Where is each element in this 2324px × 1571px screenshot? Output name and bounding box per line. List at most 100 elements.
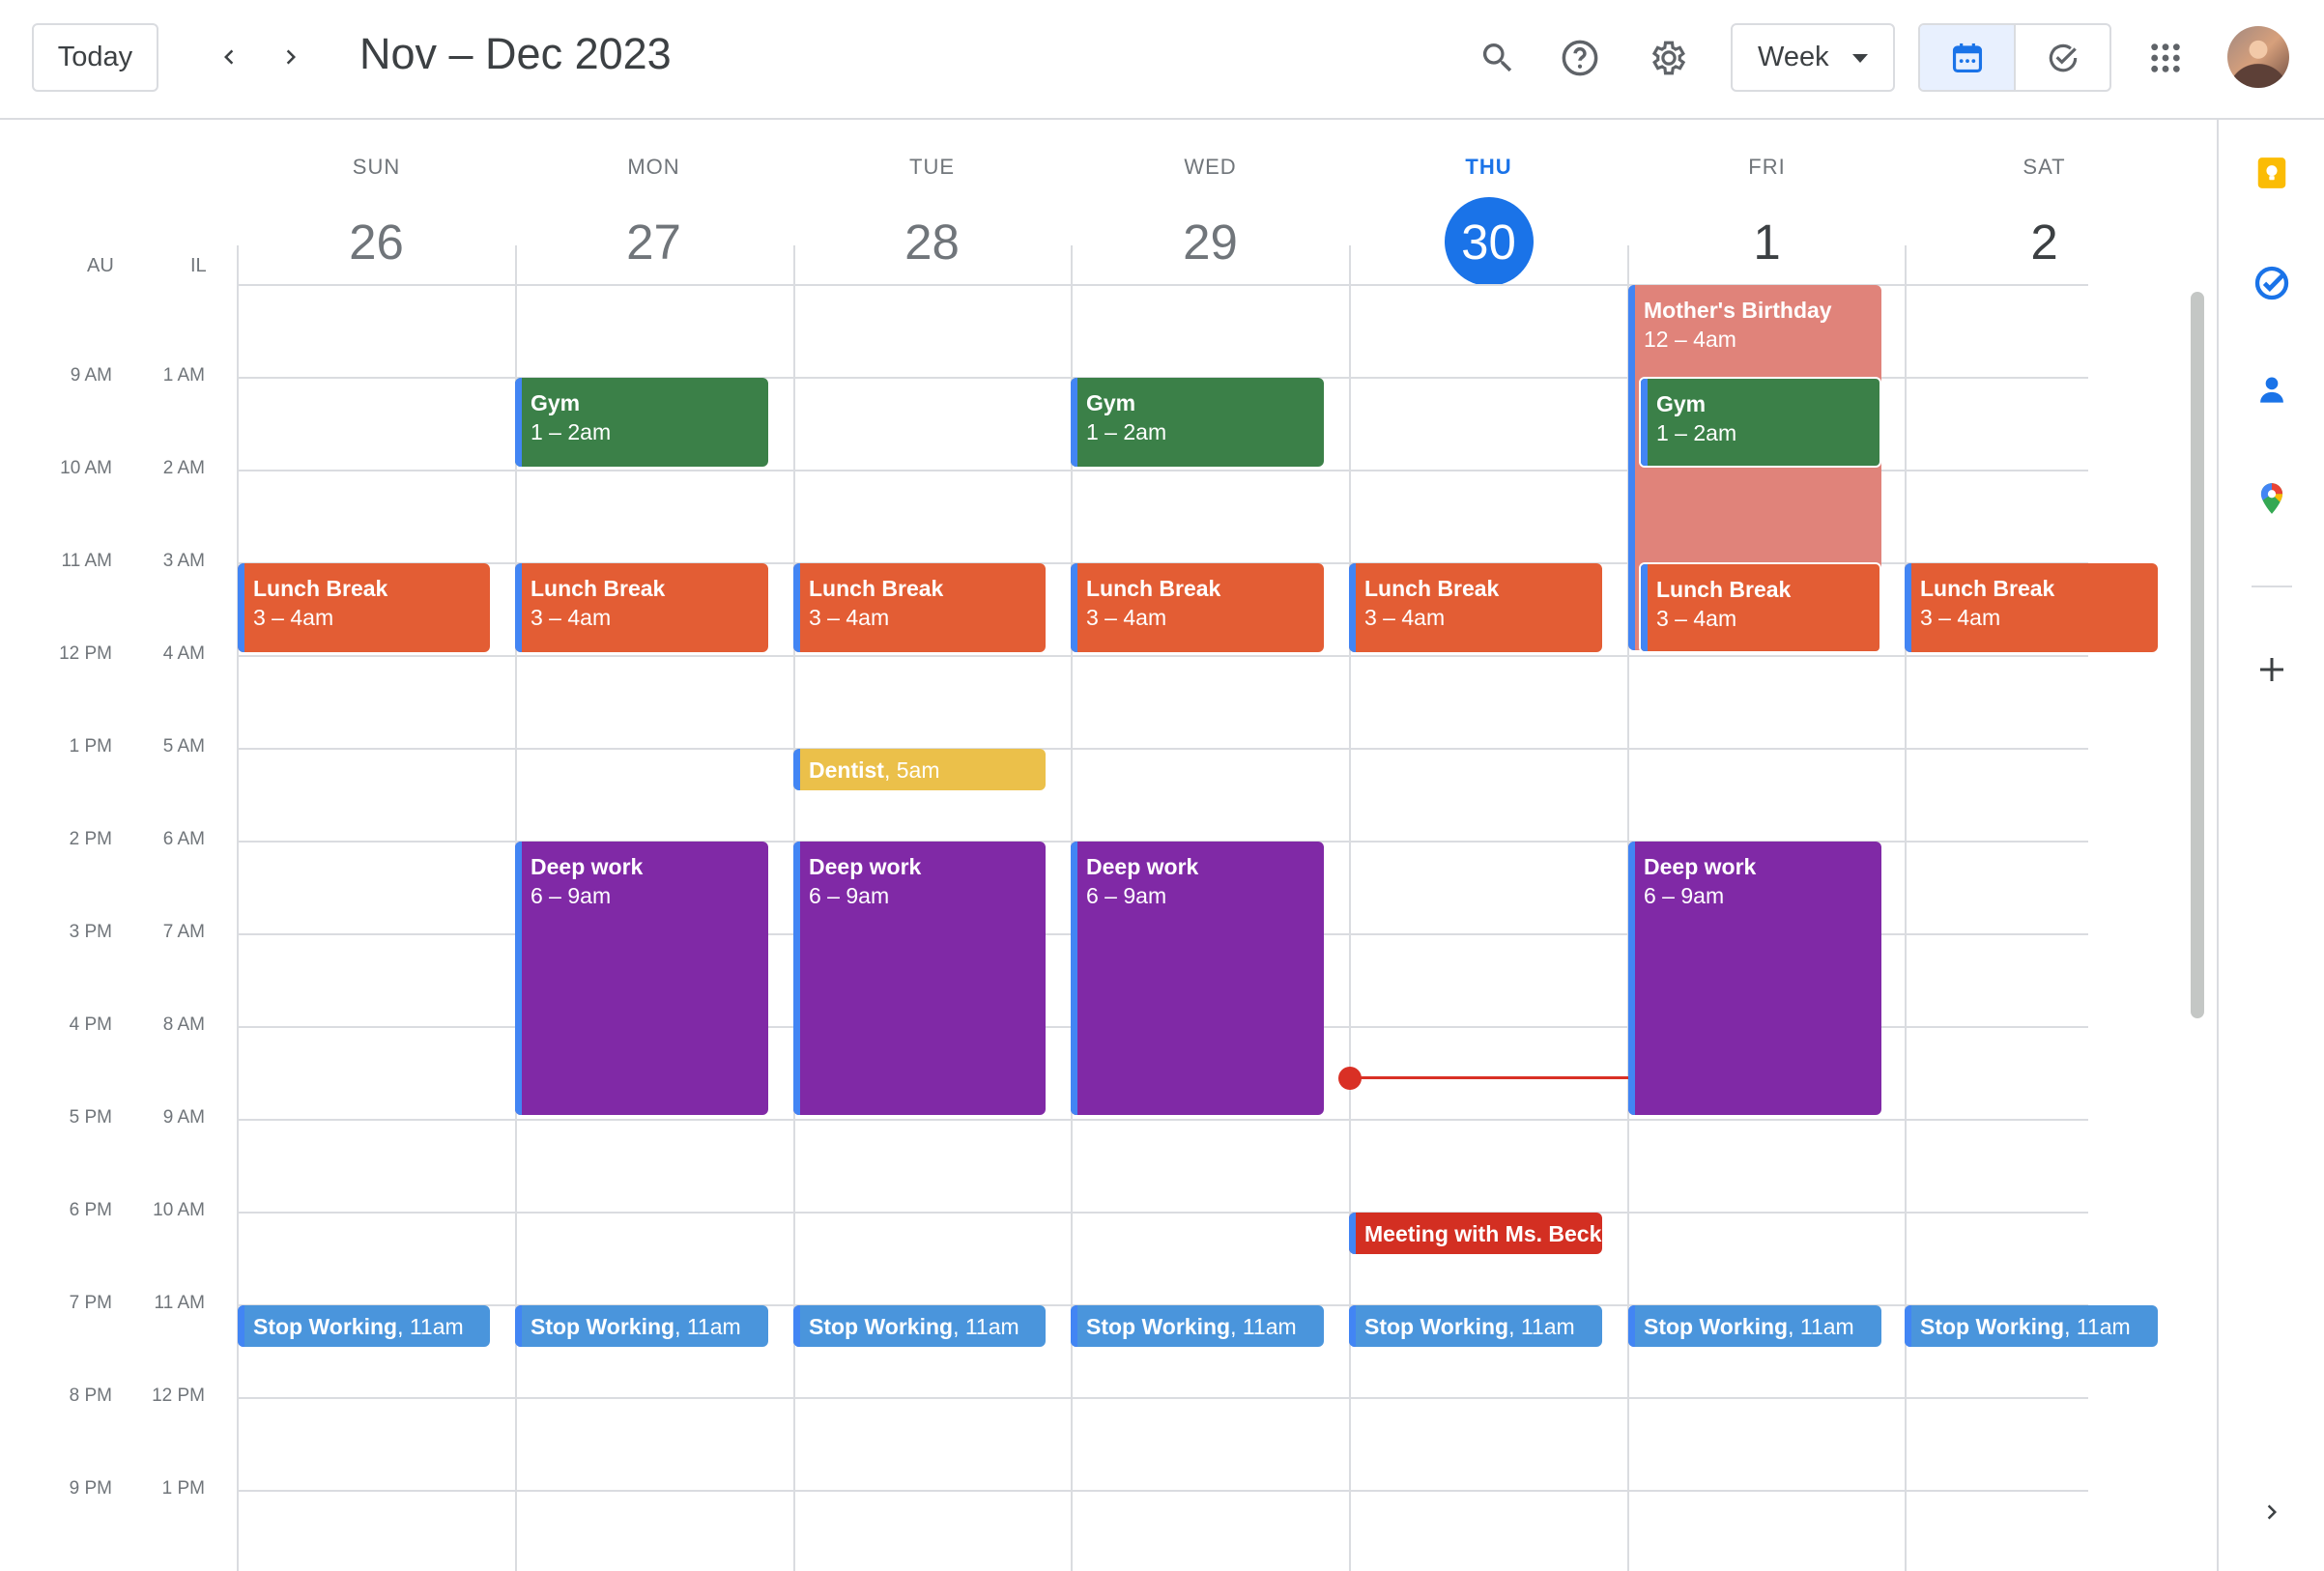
view-select[interactable]: Week: [1731, 23, 1895, 92]
event-meeting[interactable]: Meeting with Ms. Beck: [1349, 1213, 1602, 1254]
calendar-view-button[interactable]: [1920, 25, 2016, 90]
chevron-right-icon[interactable]: [2219, 1498, 2324, 1527]
maps-icon[interactable]: [2219, 480, 2324, 517]
event-title: Stop Working: [531, 1313, 675, 1339]
event-time: 6 – 9am: [1086, 883, 1167, 908]
time-label: 10 AM: [60, 458, 112, 478]
event-deep-work[interactable]: Deep work 6 – 9am: [1071, 842, 1324, 1115]
day-separator: [237, 245, 239, 1571]
event-title: Lunch Break: [253, 576, 388, 601]
event-deep-work[interactable]: Deep work 6 – 9am: [1628, 842, 1881, 1115]
time-label: 1 PM: [161, 1478, 205, 1499]
event-time: 3 – 4am: [1656, 606, 1737, 631]
day-number[interactable]: 26: [332, 197, 421, 286]
event-gym[interactable]: Gym 1 – 2am: [1639, 377, 1881, 468]
time-label: 4 AM: [162, 643, 205, 664]
side-panel: [2217, 120, 2324, 1571]
event-title: Stop Working: [1364, 1313, 1509, 1339]
event-lunch-break[interactable]: Lunch Break 3 – 4am: [1639, 562, 1881, 653]
event-deep-work[interactable]: Deep work 6 – 9am: [515, 842, 768, 1115]
event-stop-working[interactable]: Stop Working, 11am: [1071, 1305, 1324, 1347]
day-number[interactable]: 29: [1166, 197, 1255, 286]
time-label: 10 AM: [153, 1200, 205, 1220]
event-deep-work[interactable]: Deep work 6 – 9am: [793, 842, 1046, 1115]
event-dentist[interactable]: Dentist, 5am: [793, 749, 1046, 790]
event-stop-working[interactable]: Stop Working, 11am: [515, 1305, 768, 1347]
date-range-title: Nov – Dec 2023: [359, 29, 672, 78]
time-label: 9 AM: [162, 1107, 205, 1128]
event-time: 3 – 4am: [1086, 605, 1167, 630]
event-time: , 11am: [2064, 1313, 2131, 1339]
time-label: 9 AM: [70, 365, 112, 386]
event-time: , 5am: [883, 757, 940, 783]
time-label: 5 PM: [69, 1107, 112, 1128]
tasks-view-button[interactable]: [2016, 25, 2109, 90]
event-lunch-break[interactable]: Lunch Break 3 – 4am: [1905, 563, 2158, 652]
today-button[interactable]: Today: [32, 23, 158, 92]
time-label: 11 AM: [61, 551, 112, 571]
event-title: Lunch Break: [1086, 576, 1221, 601]
day-number[interactable]: 1: [1723, 197, 1812, 286]
search-icon[interactable]: [1474, 34, 1522, 82]
event-time: , 11am: [397, 1313, 464, 1339]
event-stop-working[interactable]: Stop Working, 11am: [238, 1305, 490, 1347]
event-time: 3 – 4am: [1364, 605, 1446, 630]
time-label: 2 PM: [69, 829, 112, 849]
day-number[interactable]: 28: [888, 197, 977, 286]
time-label: 12 PM: [59, 643, 112, 664]
apps-grid-icon[interactable]: [2141, 34, 2190, 82]
event-stop-working[interactable]: Stop Working, 11am: [1349, 1305, 1602, 1347]
event-title: Lunch Break: [1920, 576, 2055, 601]
time-label: 2 AM: [162, 458, 205, 478]
event-stop-working[interactable]: Stop Working, 11am: [1628, 1305, 1881, 1347]
chevron-right-icon[interactable]: [269, 35, 313, 79]
day-of-week: SAT: [2023, 155, 2066, 179]
time-label: 7 PM: [69, 1293, 112, 1313]
scrollbar-thumb[interactable]: [2191, 292, 2204, 1018]
event-time: , 11am: [674, 1313, 741, 1339]
day-separator: [1905, 245, 1907, 1571]
day-separator: [1349, 245, 1351, 1571]
event-stop-working[interactable]: Stop Working, 11am: [1905, 1305, 2158, 1347]
event-lunch-break[interactable]: Lunch Break 3 – 4am: [1349, 563, 1602, 652]
avatar[interactable]: [2227, 26, 2289, 88]
current-time-line: [1349, 1076, 1628, 1079]
event-title: Lunch Break: [1364, 576, 1500, 601]
time-label: 6 AM: [162, 829, 205, 849]
event-time: , 11am: [953, 1313, 1019, 1339]
event-lunch-break[interactable]: Lunch Break 3 – 4am: [238, 563, 490, 652]
event-gym[interactable]: Gym 1 – 2am: [515, 378, 768, 467]
event-title: Stop Working: [1086, 1313, 1231, 1339]
event-lunch-break[interactable]: Lunch Break 3 – 4am: [1071, 563, 1324, 652]
event-gym[interactable]: Gym 1 – 2am: [1071, 378, 1324, 467]
event-title: Lunch Break: [531, 576, 666, 601]
time-label: 8 AM: [162, 1014, 205, 1035]
event-time: 3 – 4am: [253, 605, 334, 630]
side-panel-divider: [2252, 586, 2292, 587]
help-icon[interactable]: [1556, 34, 1604, 82]
time-label: 12 PM: [152, 1385, 205, 1406]
time-label: 4 PM: [69, 1014, 112, 1035]
day-number-today[interactable]: 30: [1444, 197, 1534, 286]
day-number[interactable]: 27: [610, 197, 699, 286]
event-time: 3 – 4am: [531, 605, 612, 630]
tasks-check-icon: [2049, 43, 2077, 71]
event-title: Stop Working: [253, 1313, 398, 1339]
top-bar: Today Nov – Dec 2023 Week: [0, 0, 2324, 120]
keep-icon[interactable]: [2219, 155, 2324, 191]
event-lunch-break[interactable]: Lunch Break 3 – 4am: [515, 563, 768, 652]
event-stop-working[interactable]: Stop Working, 11am: [793, 1305, 1046, 1347]
contacts-icon[interactable]: [2219, 372, 2324, 409]
event-title: Deep work: [809, 854, 922, 879]
day-of-week: FRI: [1748, 155, 1786, 179]
view-select-label: Week: [1758, 42, 1829, 72]
gear-icon[interactable]: [1645, 34, 1693, 82]
event-lunch-break[interactable]: Lunch Break 3 – 4am: [793, 563, 1046, 652]
timezone-label-primary: AU: [87, 255, 114, 276]
tasks-icon[interactable]: [2219, 264, 2324, 302]
event-title: Gym: [531, 390, 581, 415]
day-number[interactable]: 2: [2000, 197, 2089, 286]
event-time: 1 – 2am: [1656, 420, 1737, 445]
chevron-left-icon[interactable]: [207, 35, 251, 79]
add-icon[interactable]: [2219, 652, 2324, 687]
